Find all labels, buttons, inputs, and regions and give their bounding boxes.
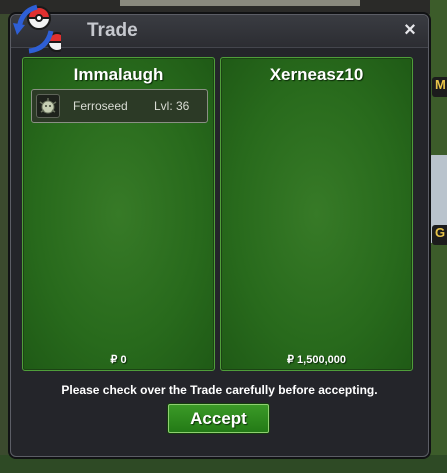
trade-notice: Please check over the Trade carefully be…: [61, 383, 378, 397]
ferroseed-icon: [39, 98, 57, 114]
trade-pokeball-icon: [13, 4, 61, 54]
pokemon-icon-frame: [36, 94, 60, 118]
left-offer-panel: Immalaugh Ferroseed Lvl: 36 ₽ 0: [22, 57, 215, 371]
pokemon-name: Ferroseed: [73, 99, 128, 113]
left-trainer-name: Immalaugh: [73, 65, 164, 84]
pokemon-slot[interactable]: Ferroseed Lvl: 36: [31, 89, 208, 123]
pokemon-level: Lvl: 36: [154, 99, 190, 113]
dialog-titlebar[interactable]: Trade ×: [11, 4, 428, 54]
right-trainer-name: Xerneasz10: [269, 65, 364, 84]
trade-dialog: Trade × Immalaugh Ferroseed Lvl: 36 ₽ 0 …: [10, 4, 429, 457]
game-hud-chip-top: M: [432, 77, 447, 97]
left-money-offer: ₽ 0: [110, 354, 127, 366]
game-bg-path: [120, 0, 360, 6]
game-hud-chip-bottom: G: [432, 225, 447, 245]
accept-button[interactable]: Accept: [168, 404, 269, 433]
right-money-offer: ₽ 1,500,000: [287, 354, 346, 366]
close-button[interactable]: ×: [400, 20, 420, 40]
dialog-title: Trade: [87, 20, 138, 41]
game-bg-bottom: [0, 455, 447, 473]
right-offer-panel: Xerneasz10 ₽ 1,500,000: [220, 57, 413, 371]
